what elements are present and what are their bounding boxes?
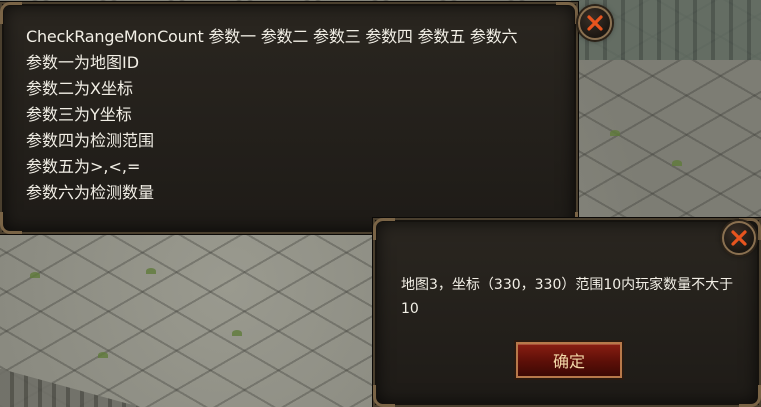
grass-tuft — [98, 352, 108, 358]
close-x-icon — [731, 230, 747, 246]
param-description: 参数二为X坐标 — [26, 79, 133, 98]
grass-tuft — [30, 272, 40, 278]
panel-corner-ornament — [373, 218, 395, 240]
param-description: 参数六为检测数量 — [26, 183, 155, 202]
panel-corner-ornament — [373, 385, 395, 407]
dialog-close-button[interactable] — [722, 221, 756, 255]
param-description: 参数四为检测范围 — [26, 131, 155, 150]
param-description: 参数一为地图ID — [26, 53, 140, 72]
param-description: 参数五为>,<,= — [26, 157, 141, 176]
panel-corner-ornament — [0, 2, 22, 24]
grass-tuft — [672, 160, 682, 166]
confirm-button[interactable]: 确定 — [516, 342, 622, 378]
panel-corner-ornament — [739, 385, 761, 407]
grass-tuft — [232, 330, 242, 336]
panel-corner-ornament — [0, 212, 22, 234]
param-description: 参数三为Y坐标 — [26, 105, 132, 124]
close-x-icon — [587, 15, 603, 31]
grass-tuft — [610, 130, 620, 136]
background-railing — [0, 368, 140, 407]
grass-tuft — [146, 268, 156, 274]
panel-corner-ornament — [556, 2, 578, 24]
help-panel-close-button[interactable] — [578, 6, 612, 40]
help-text: CheckRangeMonCount 参数一 参数二 参数三 参数四 参数五 参… — [26, 24, 517, 206]
command-signature: CheckRangeMonCount 参数一 参数二 参数三 参数四 参数五 参… — [26, 27, 518, 46]
script-help-panel: CheckRangeMonCount 参数一 参数二 参数三 参数四 参数五 参… — [0, 2, 578, 234]
dialog-message: 地图3，坐标（330，330）范围10内玩家数量不大于10 — [401, 277, 734, 317]
result-dialog: 地图3，坐标（330，330）范围10内玩家数量不大于10 确定 — [373, 218, 761, 407]
